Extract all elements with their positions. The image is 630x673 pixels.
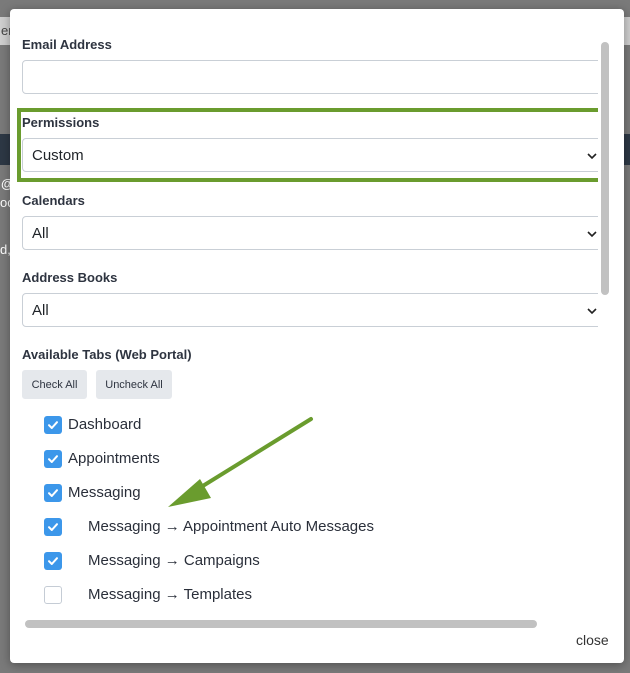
annotation-arrow-icon [168,417,313,507]
user-permissions-modal: Email Address Permissions Custom Calenda… [10,9,624,663]
horizontal-scrollbar-thumb[interactable] [25,620,537,628]
close-link[interactable]: close [576,632,609,648]
vertical-scrollbar-thumb[interactable] [601,42,609,295]
